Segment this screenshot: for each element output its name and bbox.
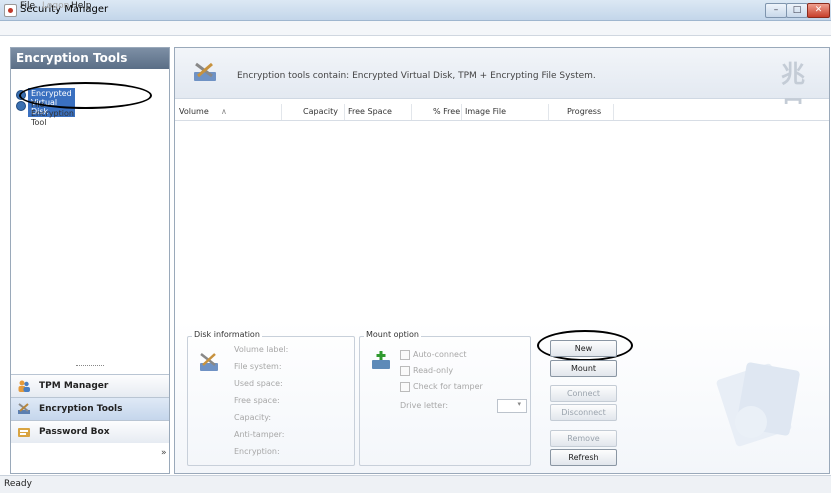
banner: Encryption tools contain: Encrypted Virt…: [175, 48, 829, 123]
close-button[interactable]: ✕: [807, 3, 830, 18]
menu-help[interactable]: Help: [71, 1, 92, 11]
app-icon: [4, 4, 17, 17]
title-bar: [0, 0, 831, 21]
brand-logo: 兆日: [781, 60, 805, 123]
mount-button[interactable]: Mount: [550, 360, 617, 377]
col-free-space[interactable]: Free Space: [348, 107, 392, 116]
nav-label: Encryption Tools: [39, 404, 123, 414]
column-divider[interactable]: [461, 104, 462, 120]
col-progress[interactable]: Progress: [567, 107, 601, 116]
column-divider[interactable]: [548, 104, 549, 120]
checkbox-label: Check for tamper: [413, 382, 483, 391]
nav-encryption-tools[interactable]: Encryption Tools: [11, 397, 169, 420]
nav-password-box[interactable]: Password Box: [11, 420, 169, 443]
file-lock-icon: [16, 101, 26, 111]
chevron-down-icon: ▾: [517, 400, 521, 408]
minimize-button[interactable]: –: [765, 3, 787, 18]
splitter-handle[interactable]: [76, 365, 104, 369]
main-panel: Encryption tools contain: Encrypted Virt…: [174, 47, 830, 474]
column-divider[interactable]: [613, 104, 614, 120]
table-header: Volume ∧ Capacity Free Space % Free Imag…: [175, 104, 829, 121]
encryption-label: Encryption:: [234, 447, 280, 456]
more-chevron-icon[interactable]: »: [161, 448, 167, 458]
maximize-icon: □: [792, 5, 802, 15]
col-volume[interactable]: Volume: [179, 107, 209, 116]
refresh-button[interactable]: Refresh: [550, 449, 617, 466]
checkbox-box: [400, 350, 410, 360]
tools-icon: [18, 403, 30, 414]
used-space-label: Used space:: [234, 379, 283, 388]
new-button[interactable]: New: [550, 340, 617, 357]
group-title: Mount option: [364, 330, 421, 339]
drive-letter-select[interactable]: ▾: [497, 399, 527, 413]
encryption-tools-icon: [194, 62, 216, 81]
checkbox-box: [400, 382, 410, 392]
volume-label-label: Volume label:: [234, 345, 289, 354]
capacity-label: Capacity:: [234, 413, 272, 422]
col-percent-free[interactable]: % Free: [433, 107, 460, 116]
menu-bar: [0, 21, 831, 36]
password-icon: [18, 428, 30, 437]
group-title: Disk information: [192, 330, 262, 339]
sidebar-header: Encryption Tools: [11, 48, 169, 69]
column-divider[interactable]: [281, 104, 282, 120]
sidebar: Encryption Tools Encrypted Virtual Disk …: [10, 47, 170, 474]
col-image-file[interactable]: Image File: [465, 107, 506, 116]
highlight-oval: [19, 82, 152, 109]
status-bar: Ready: [0, 475, 831, 493]
nav-label: TPM Manager: [39, 381, 109, 391]
sidebar-title: Encryption Tools: [16, 51, 128, 65]
connect-button[interactable]: Connect: [550, 385, 617, 402]
disk-information-group: Disk information Volume label: File syst…: [187, 330, 355, 466]
close-icon: ✕: [814, 5, 823, 15]
nav-tpm-manager[interactable]: TPM Manager: [11, 374, 169, 397]
column-divider[interactable]: [344, 104, 345, 120]
maximize-button[interactable]: □: [786, 3, 808, 18]
checkbox-label: Auto-connect: [413, 350, 467, 359]
menu-file[interactable]: File: [20, 1, 35, 11]
disconnect-button[interactable]: Disconnect: [550, 404, 617, 421]
free-space-label: Free space:: [234, 396, 280, 405]
remove-button[interactable]: Remove: [550, 430, 617, 447]
volume-list[interactable]: [175, 121, 829, 321]
checkbox-box: [400, 366, 410, 376]
banner-description: Encryption tools contain: Encrypted Virt…: [237, 71, 596, 81]
nav-label: Password Box: [39, 427, 110, 437]
drive-letter-label: Drive letter:: [400, 401, 449, 410]
people-icon: [18, 380, 30, 392]
col-capacity[interactable]: Capacity: [303, 107, 338, 116]
checkbox-label: Read-only: [413, 366, 454, 375]
minimize-icon: –: [773, 5, 779, 15]
mount-drive-icon: [372, 351, 390, 369]
disk-tools-icon: [200, 353, 218, 371]
sort-icon: ∧: [221, 107, 227, 116]
column-divider[interactable]: [411, 104, 412, 120]
background-decoration: [716, 362, 800, 447]
file-system-label: File system:: [234, 362, 282, 371]
menu-logon: Logon: [42, 1, 70, 11]
anti-tamper-label: Anti-tamper:: [234, 430, 285, 439]
status-text: Ready: [4, 479, 32, 489]
